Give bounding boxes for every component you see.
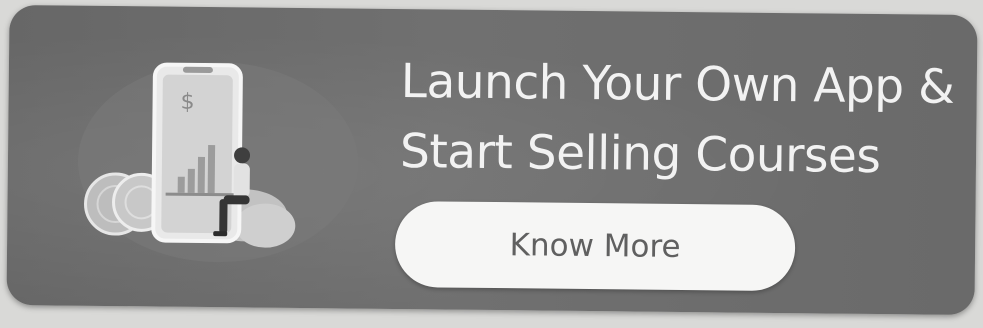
banner-headline: Launch Your Own App & Start Selling Cour… [400,47,961,193]
headline-line-2: Start Selling Courses [399,124,881,185]
know-more-button[interactable]: Know More [394,200,796,292]
headline-line-1: Launch Your Own App & [400,54,955,115]
promo-banner[interactable]: $ Launch Your Own App & Start Selling Co… [6,4,978,316]
dollar-symbol-icon: $ [180,90,194,115]
app-illustration: $ [77,62,358,263]
phone-illustration-icon: $ [151,62,243,244]
